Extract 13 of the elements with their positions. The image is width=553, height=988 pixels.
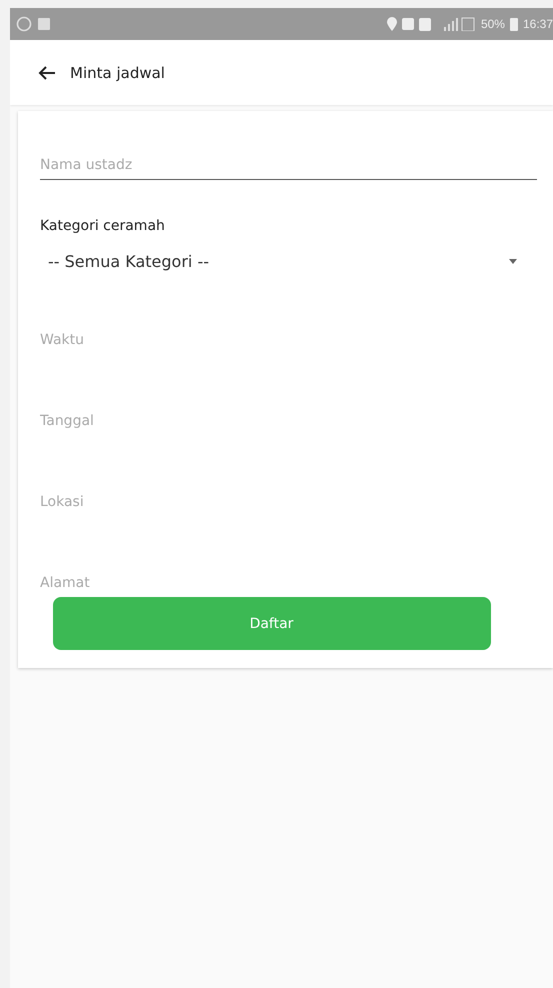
caret-icon (509, 259, 517, 264)
clock: 16:37 (522, 17, 553, 31)
input-field[interactable]: Waktu (40, 299, 537, 380)
input-field[interactable]: Tanggal (40, 380, 537, 461)
location-icon (386, 17, 397, 31)
back-arrow-icon[interactable] (38, 64, 56, 80)
category-dropdown[interactable]: -- Semua Kategori -- (40, 248, 537, 275)
input-field[interactable]: Nama ustadz (40, 151, 537, 180)
input-field[interactable]: Lokasi (40, 461, 537, 542)
battery-percent: 50% (480, 17, 505, 31)
field-label: Kategori ceramah (40, 218, 166, 234)
battery-icon (510, 18, 518, 30)
screen-title: Minta jadwal (70, 64, 165, 82)
